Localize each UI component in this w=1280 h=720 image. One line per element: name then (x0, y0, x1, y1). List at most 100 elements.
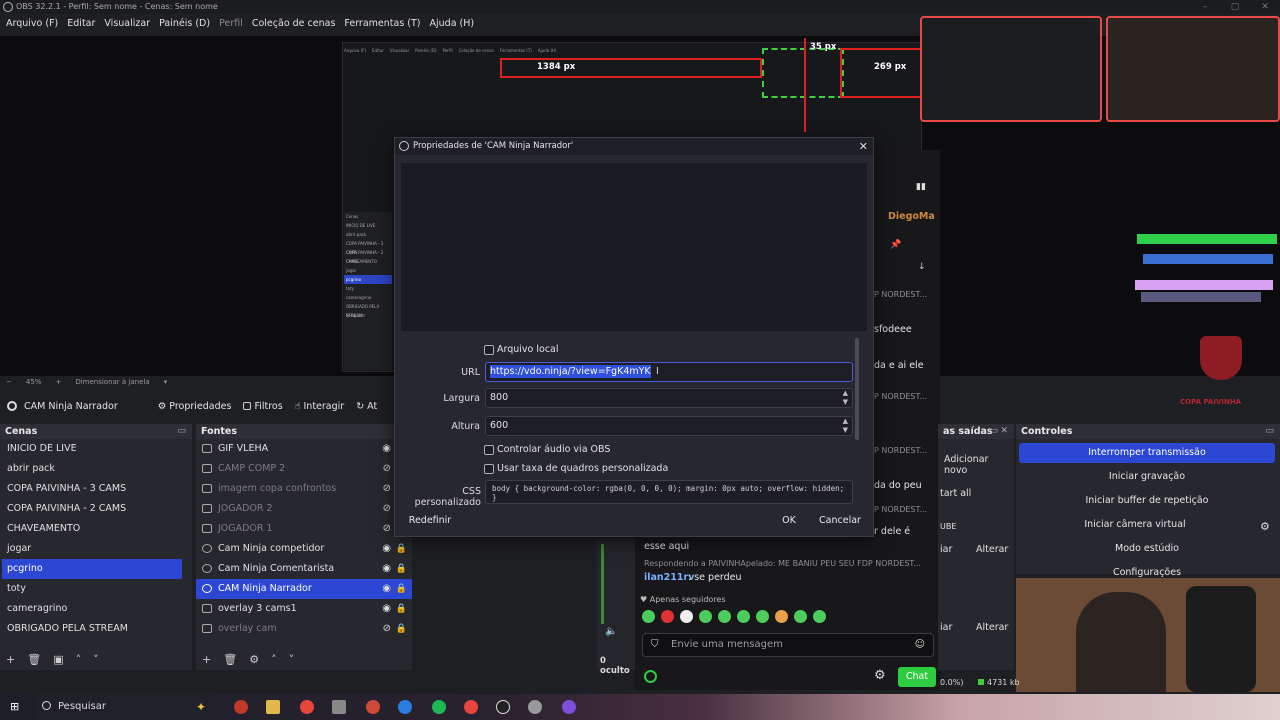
close-icon[interactable]: ✕ (1000, 424, 1008, 439)
speaker-icon[interactable]: 🔈 (605, 626, 617, 637)
emote-icon[interactable] (718, 610, 731, 623)
emote-icon[interactable] (775, 610, 788, 623)
arrow-down-icon[interactable]: ↓ (918, 262, 926, 272)
eye-off-icon[interactable]: ⊘ (383, 619, 391, 639)
source-item-selected[interactable]: CAM Ninja Narrador ◉ 🔒 (196, 579, 412, 599)
scene-item[interactable]: cameragrino (0, 599, 192, 619)
minimize-icon[interactable]: – (1190, 0, 1220, 14)
app-icon[interactable] (234, 700, 248, 714)
move-up-icon[interactable]: ˄ (76, 653, 82, 666)
zoom-level[interactable]: 45% (26, 378, 42, 386)
source-item[interactable]: CAMP COMP 2 ⊘ (196, 459, 412, 479)
emote-icon[interactable] (661, 610, 674, 623)
maximize-icon[interactable]: ▢ (1220, 0, 1250, 14)
scene-item[interactable]: toty (0, 579, 192, 599)
move-down-icon[interactable]: ˅ (93, 653, 99, 666)
output-edit-button[interactable]: Alterar (976, 544, 1008, 555)
add-output-button[interactable]: Adicionar novo (944, 454, 1014, 476)
scene-item[interactable]: INICIO DE LIVE (0, 439, 192, 459)
app-icon[interactable] (562, 700, 576, 714)
scene-item[interactable]: jogar (0, 539, 192, 559)
output-edit-button[interactable]: Alterar (976, 622, 1008, 633)
menu-help[interactable]: Ajuda (H) (430, 15, 475, 33)
eye-icon[interactable]: ◉ (382, 579, 391, 599)
add-icon[interactable]: + (6, 653, 15, 666)
custom-fps-checkbox[interactable] (484, 464, 494, 474)
settings-icon[interactable] (528, 700, 542, 714)
dock-options-icon[interactable]: ▭ (1265, 424, 1274, 439)
start-all-button[interactable]: tart all (940, 488, 971, 499)
app-icon[interactable] (366, 700, 380, 714)
emote-icon[interactable] (680, 610, 693, 623)
menu-view[interactable]: Visualizar (104, 15, 150, 33)
chat-send-button[interactable]: Chat (898, 667, 936, 687)
move-up-icon[interactable]: ˄ (271, 653, 277, 666)
scale-mode[interactable]: Dimensionar à janela (75, 378, 149, 386)
filters-button[interactable]: Filtros (237, 396, 288, 416)
source-item[interactable]: JOGADOR 1 ⊘ (196, 519, 412, 539)
menu-edit[interactable]: Editar (67, 15, 95, 33)
scene-item[interactable]: abrir pack (0, 459, 192, 479)
spotify-icon[interactable] (432, 700, 446, 714)
chevron-down-icon[interactable]: ▾ (164, 378, 168, 386)
cancel-button[interactable]: Cancelar (813, 511, 867, 531)
start-recording-button[interactable]: Iniciar gravação (1019, 467, 1275, 487)
scene-item[interactable]: OBRIGADO PELA STREAM (0, 619, 192, 639)
zoom-in-icon[interactable]: + (55, 378, 61, 386)
interact-button[interactable]: ☝ Interagir (289, 396, 351, 416)
studio-mode-button[interactable]: Modo estúdio (1019, 539, 1275, 559)
lock-icon[interactable]: 🔒 (396, 539, 407, 559)
properties-button[interactable]: ⚙ Propriedades (152, 396, 238, 416)
lock-icon[interactable]: 🔒 (396, 559, 407, 579)
source-item[interactable]: Cam Ninja Comentarista ◉ 🔒 (196, 559, 412, 579)
emote-icon[interactable] (699, 610, 712, 623)
chrome-icon[interactable] (464, 700, 478, 714)
move-down-icon[interactable]: ˅ (289, 653, 295, 666)
menu-scene-collection[interactable]: Coleção de cenas (252, 15, 336, 33)
emote-icon[interactable] (642, 610, 655, 623)
obs-icon[interactable] (496, 700, 510, 714)
local-file-checkbox[interactable] (484, 345, 494, 355)
source-item[interactable]: Cam Ninja competidor ◉ 🔒 (196, 539, 412, 559)
pin-icon[interactable]: 📌 (890, 240, 901, 250)
lock-icon[interactable]: 🔒 (396, 619, 407, 639)
scene-item[interactable]: COPA PAIVINHA - 2 CAMS (0, 499, 192, 519)
chat-message-input[interactable]: ⛉ Envie uma mensagem ☺ (642, 633, 934, 657)
emoji-icon[interactable]: ☺ (915, 634, 925, 656)
points-icon[interactable] (644, 670, 657, 683)
close-icon[interactable]: ✕ (859, 138, 868, 155)
stop-streaming-button[interactable]: Interromper transmissão (1019, 443, 1275, 463)
eye-off-icon[interactable]: ⊘ (383, 519, 391, 539)
dock-options-icon[interactable]: ▭ (177, 424, 186, 439)
zoom-out-icon[interactable]: − (6, 378, 12, 386)
ok-button[interactable]: OK (773, 511, 805, 531)
lock-icon[interactable]: 🔒 (396, 599, 407, 619)
gear-icon[interactable]: ⚙ (1260, 520, 1270, 533)
spin-arrows-icon[interactable]: ▲ ▼ (843, 389, 848, 407)
gear-icon[interactable]: ⚙ (874, 668, 886, 683)
scene-item-selected[interactable]: pcgrino (2, 559, 182, 579)
height-spinbox[interactable]: 600 ▲ ▼ (485, 416, 853, 436)
emote-icon[interactable] (756, 610, 769, 623)
emote-icon[interactable] (813, 610, 826, 623)
eye-icon[interactable]: ◉ (382, 559, 391, 579)
spin-arrows-icon[interactable]: ▲ ▼ (843, 417, 848, 435)
trash-icon[interactable]: 🗑 (223, 653, 237, 666)
chrome-icon[interactable] (300, 700, 314, 714)
eye-icon[interactable]: ◉ (382, 599, 391, 619)
menu-profile[interactable]: Perfil (219, 15, 243, 33)
filter-icon[interactable]: ▣ (53, 653, 63, 666)
output-start-button[interactable]: iar (940, 544, 952, 555)
folder-icon[interactable] (266, 700, 280, 714)
source-bounds-dashed[interactable] (762, 48, 844, 98)
source-item[interactable]: overlay cam ⊘ 🔒 (196, 619, 412, 639)
taskbar-search[interactable]: Pesquisar ✦ (34, 694, 214, 720)
width-spinbox[interactable]: 800 ▲ ▼ (485, 388, 853, 408)
source-item[interactable]: JOGADOR 2 ⊘ (196, 499, 412, 519)
source-item[interactable]: GIF VLEHA ◉ (196, 439, 412, 459)
eye-off-icon[interactable]: ⊘ (383, 479, 391, 499)
eye-off-icon[interactable]: ⊘ (383, 459, 391, 479)
source-item[interactable]: overlay 3 cams1 ◉ 🔒 (196, 599, 412, 619)
chat-username[interactable]: DiegoMa (888, 211, 935, 222)
refresh-button[interactable]: ↻ At (350, 396, 383, 416)
